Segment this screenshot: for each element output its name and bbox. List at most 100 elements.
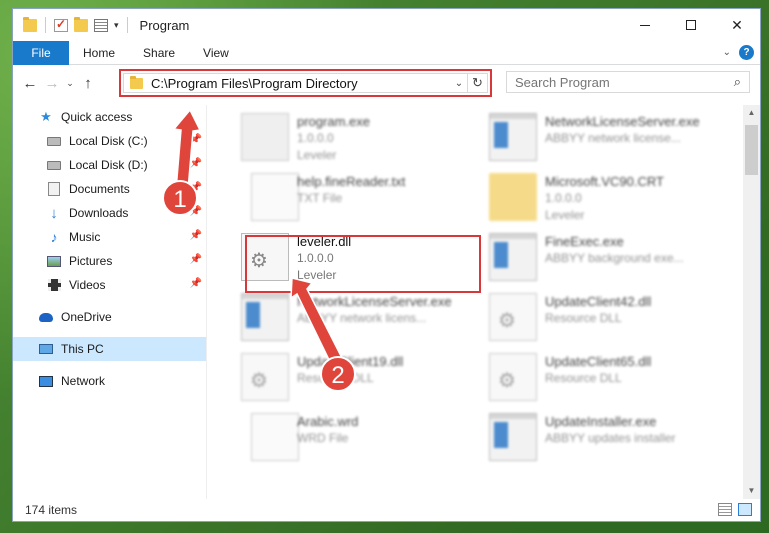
- file-item[interactable]: program.exe 1.0.0.0 Leveler: [235, 109, 467, 169]
- sidebar-item-music[interactable]: ♪ Music 📌: [13, 225, 206, 249]
- sidebar-item-label: Downloads: [69, 206, 129, 220]
- file-item[interactable]: UpdateClient42.dll Resource DLL: [483, 289, 715, 349]
- file-item[interactable]: UpdateInstaller.exe ABBYY updates install…: [483, 409, 715, 469]
- details-view-icon[interactable]: [718, 503, 732, 516]
- file-desc: Resource DLL: [297, 371, 374, 385]
- file-name: UpdateClient42.dll: [545, 294, 652, 309]
- file-desc: TXT File: [297, 191, 343, 205]
- file-name: program.exe: [297, 114, 370, 129]
- tab-share[interactable]: Share: [129, 41, 189, 65]
- scroll-thumb[interactable]: [745, 125, 758, 175]
- scroll-down-arrow-icon[interactable]: ▼: [743, 483, 760, 499]
- pin-icon[interactable]: 📌: [190, 134, 202, 145]
- close-icon: ✕: [731, 16, 743, 33]
- explorer-window: ▾ Program ✕ File Home Share View ⌄ ? ← →…: [12, 8, 761, 522]
- address-bar[interactable]: C:\Program Files\Program Directory ⌄ ↻: [123, 73, 488, 93]
- folder-icon: [130, 75, 143, 89]
- properties-check-icon[interactable]: [54, 17, 68, 32]
- ribbon-right-controls: ⌄ ?: [723, 45, 754, 60]
- pin-icon[interactable]: 📌: [190, 182, 202, 193]
- file-desc: Resource DLL: [545, 371, 622, 385]
- recent-locations-chevron-icon[interactable]: ⌄: [63, 78, 77, 89]
- window-title: Program: [139, 17, 190, 33]
- pin-icon[interactable]: 📌: [190, 230, 202, 241]
- vertical-scrollbar[interactable]: ▲ ▼: [743, 105, 760, 499]
- back-arrow-icon[interactable]: ←: [19, 75, 41, 92]
- maximize-button[interactable]: [668, 9, 714, 41]
- search-box[interactable]: ⌕: [506, 71, 750, 93]
- address-dropdown-chevron-icon[interactable]: ⌄: [451, 78, 467, 89]
- refresh-icon[interactable]: ↻: [467, 74, 487, 92]
- sidebar-item-local-disk-c[interactable]: Local Disk (C:) 📌: [13, 129, 206, 153]
- app-window-icon: [489, 413, 537, 461]
- sidebar-item-local-disk-d[interactable]: Local Disk (D:) 📌: [13, 153, 206, 177]
- file-item[interactable]: Microsoft.VC90.CRT 1.0.0.0 Leveler: [483, 169, 715, 229]
- folder-icon: [489, 173, 537, 221]
- pin-icon[interactable]: 📌: [190, 254, 202, 265]
- forward-arrow-icon[interactable]: →: [41, 75, 63, 92]
- status-bar: 174 items: [13, 499, 760, 521]
- expand-ribbon-chevron-icon[interactable]: ⌄: [723, 47, 731, 58]
- file-name: FineExec.exe: [545, 234, 624, 249]
- file-name: NetworkLicenseServer.exe: [545, 114, 700, 129]
- file-desc: ABBYY network licens...: [297, 311, 427, 325]
- close-button[interactable]: ✕: [714, 9, 760, 41]
- sidebar-item-quick-access[interactable]: ★ Quick access: [13, 105, 206, 129]
- tab-view[interactable]: View: [189, 41, 243, 65]
- videos-icon: [47, 279, 61, 291]
- app-window-icon: [241, 293, 289, 341]
- navigation-bar: ← → ⌄ ↑ C:\Program Files\Program Directo…: [13, 65, 760, 101]
- sidebar-item-pictures[interactable]: Pictures 📌: [13, 249, 206, 273]
- search-icon[interactable]: ⌕: [734, 74, 741, 90]
- minimize-button[interactable]: [622, 9, 668, 41]
- customize-dropdown-icon[interactable]: ▾: [114, 20, 119, 31]
- view-toggle: [718, 503, 752, 516]
- sidebar-item-network[interactable]: Network: [13, 369, 206, 393]
- pin-icon[interactable]: 📌: [190, 158, 202, 169]
- file-name: Microsoft.VC90.CRT: [545, 174, 664, 189]
- file-name: UpdateClient65.dll: [545, 354, 652, 369]
- pin-icon[interactable]: 📌: [190, 206, 202, 217]
- sidebar-item-onedrive[interactable]: OneDrive: [13, 305, 206, 329]
- new-folder-icon[interactable]: [74, 16, 88, 32]
- file-list: program.exe 1.0.0.0 Leveler NetworkLicense…: [213, 105, 743, 499]
- scroll-up-arrow-icon[interactable]: ▲: [743, 105, 760, 121]
- minimize-icon: [640, 24, 650, 26]
- sidebar-item-this-pc[interactable]: This PC: [13, 337, 206, 361]
- sidebar-item-label: Local Disk (D:): [69, 158, 148, 172]
- quick-access-toolbar: ▾: [13, 16, 130, 33]
- sidebar-item-label: Music: [69, 230, 101, 244]
- disk-icon: [47, 136, 61, 146]
- tab-file[interactable]: File: [13, 40, 69, 65]
- file-desc: 1.0.0.0: [545, 191, 582, 205]
- dll-gear-icon: [489, 353, 537, 401]
- sidebar-item-videos[interactable]: Videos 📌: [13, 273, 206, 297]
- app-window-icon: [489, 233, 537, 281]
- file-name: UpdateInstaller.exe: [545, 414, 657, 429]
- sidebar-item-downloads[interactable]: ↓ Downloads 📌: [13, 201, 206, 225]
- file-item[interactable]: NetworkLicenseServer.exe ABBYY network li…: [483, 109, 715, 169]
- file-item[interactable]: UpdateClient19.dll Resource DLL: [235, 349, 467, 409]
- file-item[interactable]: UpdateClient65.dll Resource DLL: [483, 349, 715, 409]
- folder-icon[interactable]: [23, 16, 37, 32]
- tab-home[interactable]: Home: [69, 41, 129, 65]
- help-icon[interactable]: ?: [739, 45, 754, 60]
- file-name: NetworkLicenseServer.exe: [297, 294, 452, 309]
- app-window-icon: [489, 113, 537, 161]
- file-desc: 1.0.0.0: [297, 131, 334, 145]
- file-item[interactable]: NetworkLicenseServer.exe ABBYY network li…: [235, 289, 467, 349]
- file-desc: ABBYY background exe...: [545, 251, 684, 265]
- address-path[interactable]: C:\Program Files\Program Directory: [151, 76, 451, 91]
- pin-icon[interactable]: 📌: [190, 278, 202, 289]
- sidebar-item-label: Documents: [69, 182, 130, 196]
- file-item[interactable]: Arabic.wrd WRD File: [235, 409, 467, 469]
- sidebar-item-documents[interactable]: Documents 📌: [13, 177, 206, 201]
- documents-icon: [48, 182, 60, 196]
- network-icon: [39, 375, 53, 387]
- file-item[interactable]: help.fineReader.txt TXT File: [235, 169, 467, 229]
- up-arrow-icon[interactable]: ↑: [77, 75, 99, 92]
- large-icons-view-icon[interactable]: [738, 503, 752, 516]
- file-item[interactable]: FineExec.exe ABBYY background exe...: [483, 229, 715, 289]
- properties-icon[interactable]: [94, 18, 108, 32]
- search-input[interactable]: [515, 74, 734, 90]
